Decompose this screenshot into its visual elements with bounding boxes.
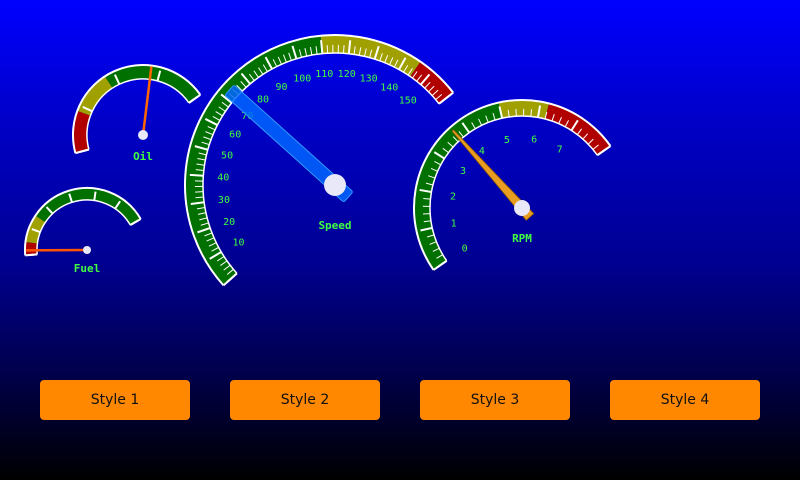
- speed-tick-label: 100: [293, 73, 311, 84]
- speed-tick-label: 150: [399, 95, 417, 106]
- rpm-band-2: [545, 103, 611, 156]
- rpm-tick-label: 1: [451, 219, 457, 230]
- rpm-minor-tick: [423, 197, 431, 200]
- rpm-minor-tick: [530, 109, 533, 117]
- speed-tick-label: 110: [315, 69, 333, 80]
- speed-label: Speed: [318, 219, 351, 232]
- oil-band-1: [77, 76, 113, 116]
- speed-tick-label: 60: [229, 130, 241, 141]
- rpm-band-0: [413, 102, 503, 270]
- rpm-tick-label: 5: [504, 135, 510, 146]
- speed-tick-label: 80: [257, 95, 269, 106]
- rpm-label: RPM: [512, 232, 532, 245]
- rpm-tick-label: 7: [557, 144, 563, 155]
- style-4-button[interactable]: Style 4: [610, 380, 760, 420]
- rpm-tick-label: 4: [479, 146, 485, 157]
- rpm-gauge: 0 1 2 3 4 5 6 7 RPM: [413, 99, 612, 271]
- fuel-label: Fuel: [74, 262, 101, 275]
- rpm-needle-hub: [514, 200, 530, 216]
- speed-tick-label: 90: [276, 82, 288, 93]
- speed-tick-label: 10: [232, 237, 244, 248]
- speed-tick-label: 40: [217, 173, 229, 184]
- speed-tick-label: 120: [338, 69, 356, 80]
- style-2-button[interactable]: Style 2: [230, 380, 380, 420]
- speed-tick-label: 20: [223, 217, 235, 228]
- speed-tick-label: 130: [360, 74, 378, 85]
- rpm-tick-label: 2: [450, 191, 456, 202]
- rpm-tick-label: 6: [531, 135, 537, 146]
- fuel-major-tick: [28, 253, 38, 257]
- style-3-button[interactable]: Style 3: [420, 380, 570, 420]
- style-1-button[interactable]: Style 1: [40, 380, 190, 420]
- fuel-band-2: [35, 187, 141, 225]
- fuel-needle-hub: [83, 246, 91, 254]
- speed-tick-label: 140: [380, 83, 398, 94]
- oil-needle-hub: [138, 130, 148, 140]
- speed-needle-hub: [324, 174, 346, 196]
- rpm-tick-label: 3: [460, 166, 466, 177]
- speed-tick-label: 30: [218, 195, 230, 206]
- rpm-tick-label: 0: [462, 244, 468, 255]
- speed-major-tick: [189, 173, 204, 177]
- speed-minor-tick: [343, 45, 345, 54]
- speed-gauge: 102030405060708090100110120130140150Spee…: [184, 34, 454, 287]
- oil-gauge: Oil: [72, 64, 202, 163]
- speed-tick-label: 50: [221, 151, 233, 162]
- fuel-major-tick: [93, 191, 97, 201]
- fuel-band-0: [25, 242, 38, 256]
- speed-major-tick: [347, 40, 352, 54]
- speed-major-tick: [320, 40, 324, 54]
- oil-label: Oil: [133, 150, 153, 163]
- fuel-gauge: Fuel: [24, 187, 142, 275]
